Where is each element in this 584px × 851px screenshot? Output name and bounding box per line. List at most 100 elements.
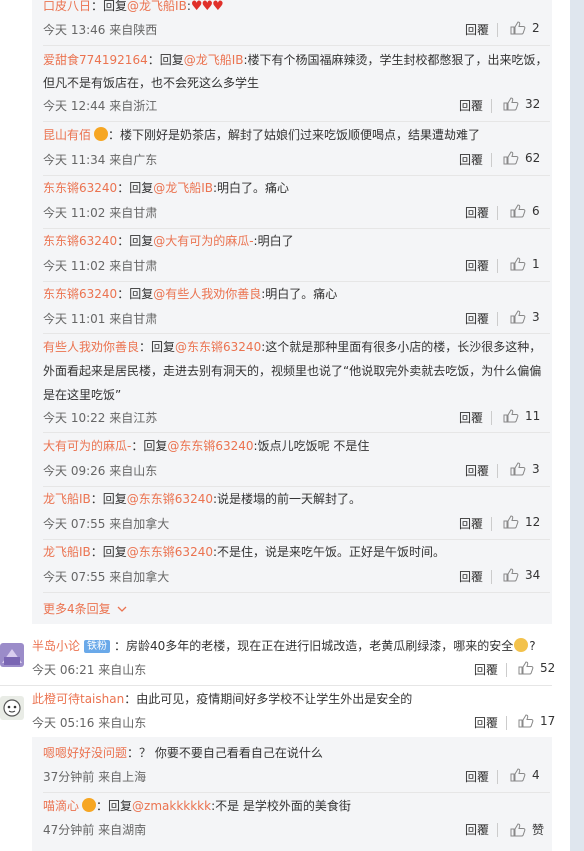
reply-text: 喵滴心 ：回复@zmakkkkkk:不是 是学校外面的美食街 xyxy=(43,798,351,813)
reply-button[interactable]: 回覆 xyxy=(465,21,489,38)
username-link[interactable]: 爱甜食774192164 xyxy=(43,53,148,67)
like-count: 62 xyxy=(525,151,541,165)
heart-emoji-icon: ♥♥♥ xyxy=(190,0,224,14)
mention-link[interactable]: @大有可为的麻瓜- xyxy=(153,234,253,248)
like-count: 11 xyxy=(525,409,541,423)
username-link[interactable]: 半岛小论 xyxy=(32,639,80,653)
mention-link[interactable]: @东东锵63240 xyxy=(127,492,213,506)
like-button[interactable]: 2 xyxy=(510,21,540,35)
username-link[interactable]: 有些人我劝你善良 xyxy=(43,340,139,354)
thumbs-up-icon xyxy=(510,822,526,836)
divider xyxy=(43,486,550,487)
reply-button[interactable]: 回覆 xyxy=(465,768,489,785)
like-button[interactable]: 17 xyxy=(518,714,555,728)
reply-button[interactable]: 回覆 xyxy=(459,515,483,532)
reply-button[interactable]: 回覆 xyxy=(465,257,489,274)
reply-button[interactable]: 回覆 xyxy=(465,310,489,327)
like-button[interactable]: 3 xyxy=(510,310,540,324)
divider xyxy=(43,175,550,176)
avatar[interactable] xyxy=(0,696,24,720)
username-link[interactable]: 龙飞船IB xyxy=(43,545,91,559)
divider xyxy=(43,281,550,282)
reply-meta: 47分钟前 来自湖南 xyxy=(43,823,147,837)
divider xyxy=(43,45,550,46)
reply-button[interactable]: 回覆 xyxy=(465,462,489,479)
reply-meta: 今天 13:46 来自陕西 xyxy=(43,23,158,37)
username-link[interactable]: 嗯嗯好好没问题 xyxy=(43,746,127,760)
divider xyxy=(43,333,550,334)
reply-button[interactable]: 回覆 xyxy=(465,821,489,838)
username-link[interactable]: 龙飞船IB xyxy=(43,492,91,506)
mention-link[interactable]: @有些人我劝你善良 xyxy=(153,287,261,301)
mention-link[interactable]: @东东锵63240 xyxy=(175,340,261,354)
like-button[interactable]: 62 xyxy=(503,151,540,165)
like-button[interactable]: 52 xyxy=(518,661,555,675)
divider xyxy=(43,228,550,229)
mention-link[interactable]: @龙飞船IB xyxy=(153,181,213,195)
username-link[interactable]: 东东锵63240 xyxy=(43,181,117,195)
like-button[interactable]: 4 xyxy=(510,768,540,782)
username-link[interactable]: 此橙可待taishan xyxy=(32,692,124,706)
username-link[interactable]: 昆山有佰 xyxy=(43,128,91,142)
mention-link[interactable]: @龙飞船IB xyxy=(127,0,187,13)
username-link[interactable]: 东东锵63240 xyxy=(43,287,117,301)
mention-link[interactable]: @zmakkkkkk xyxy=(132,799,211,813)
reply-button[interactable]: 回覆 xyxy=(459,97,483,114)
reply-meta: 今天 11:02 来自甘肃 xyxy=(43,206,158,220)
reply-meta: 今天 10:22 来自江苏 xyxy=(43,411,158,425)
reply-text-continued: 是在这里吃饭” xyxy=(43,388,122,402)
reply-meta: 今天 11:01 来自甘肃 xyxy=(43,312,158,326)
like-button[interactable]: 1 xyxy=(510,257,540,271)
comment-meta: 今天 05:16 来自山东 xyxy=(32,716,147,730)
action-divider xyxy=(497,770,498,784)
laughing-emoji-icon xyxy=(514,638,529,652)
like-count: 52 xyxy=(540,661,556,675)
divider xyxy=(43,432,550,433)
more-replies-link[interactable]: 更多4条回复 xyxy=(43,600,127,617)
vip-badge-icon xyxy=(82,798,97,812)
reply-text: 东东锵63240：回复@有些人我劝你善良:明白了。痛心 xyxy=(43,287,338,301)
divider xyxy=(43,792,550,793)
mention-link[interactable]: @东东锵63240 xyxy=(167,439,253,453)
like-button[interactable]: 12 xyxy=(503,515,540,529)
divider xyxy=(43,121,550,122)
reply-text: 东东锵63240：回复@大有可为的麻瓜-:明白了 xyxy=(43,234,294,248)
action-divider xyxy=(491,570,492,584)
reply-text: 爱甜食774192164：回复@龙飞船IB:楼下有个杨国福麻辣烫，学生封校都憋狠… xyxy=(43,53,548,67)
reply-meta: 今天 11:02 来自甘肃 xyxy=(43,259,158,273)
username-link[interactable]: 喵滴心 xyxy=(43,799,79,813)
like-count: 赞 xyxy=(532,823,545,837)
comment-page: 口皮八日：回复@龙飞船IB:♥♥♥ 今天 13:46 来自陕西 回覆 2 爱甜食… xyxy=(0,0,584,851)
like-button[interactable]: 11 xyxy=(503,409,540,423)
action-divider xyxy=(497,259,498,273)
like-button[interactable]: 32 xyxy=(503,97,540,111)
mention-link[interactable]: @龙飞船IB xyxy=(184,53,244,67)
username-link[interactable]: 东东锵63240 xyxy=(43,234,117,248)
reply-text: 大有可为的麻瓜-：回复@东东锵63240:饭点儿吃饭呢 不是住 xyxy=(43,439,370,453)
username-link[interactable]: 大有可为的麻瓜- xyxy=(43,439,131,453)
thumbs-up-icon xyxy=(510,204,526,218)
action-divider xyxy=(506,663,507,677)
more-replies-label: 更多4条回复 xyxy=(43,602,111,616)
mention-link[interactable]: @东东锵63240 xyxy=(127,545,213,559)
reply-text: 东东锵63240：回复@龙飞船IB:明白了。痛心 xyxy=(43,181,290,195)
reply-text-continued: 外面看起来是居民楼，走进去别有洞天的，视频里也说了“他说取完外卖就去吃饭，为什么… xyxy=(43,364,542,378)
like-count: 34 xyxy=(525,568,541,582)
reply-button[interactable]: 回覆 xyxy=(459,409,483,426)
action-divider xyxy=(491,153,492,167)
reply-text: 有些人我劝你善良：回复@东东锵63240:这个就是那种里面有很多小店的楼，长沙很… xyxy=(43,340,542,354)
like-button[interactable]: 赞 xyxy=(510,821,544,838)
reply-button[interactable]: 回覆 xyxy=(474,661,498,678)
reply-button[interactable]: 回覆 xyxy=(459,151,483,168)
reply-button[interactable]: 回覆 xyxy=(459,568,483,585)
like-count: 3 xyxy=(532,462,540,476)
thumbs-up-icon xyxy=(503,151,519,165)
reply-button[interactable]: 回覆 xyxy=(474,714,498,731)
like-button[interactable]: 6 xyxy=(510,204,540,218)
avatar[interactable] xyxy=(0,643,24,667)
like-button[interactable]: 34 xyxy=(503,568,540,582)
username-link[interactable]: 口皮八日 xyxy=(43,0,91,13)
thumbs-up-icon xyxy=(510,768,526,782)
like-button[interactable]: 3 xyxy=(510,462,540,476)
reply-button[interactable]: 回覆 xyxy=(465,204,489,221)
